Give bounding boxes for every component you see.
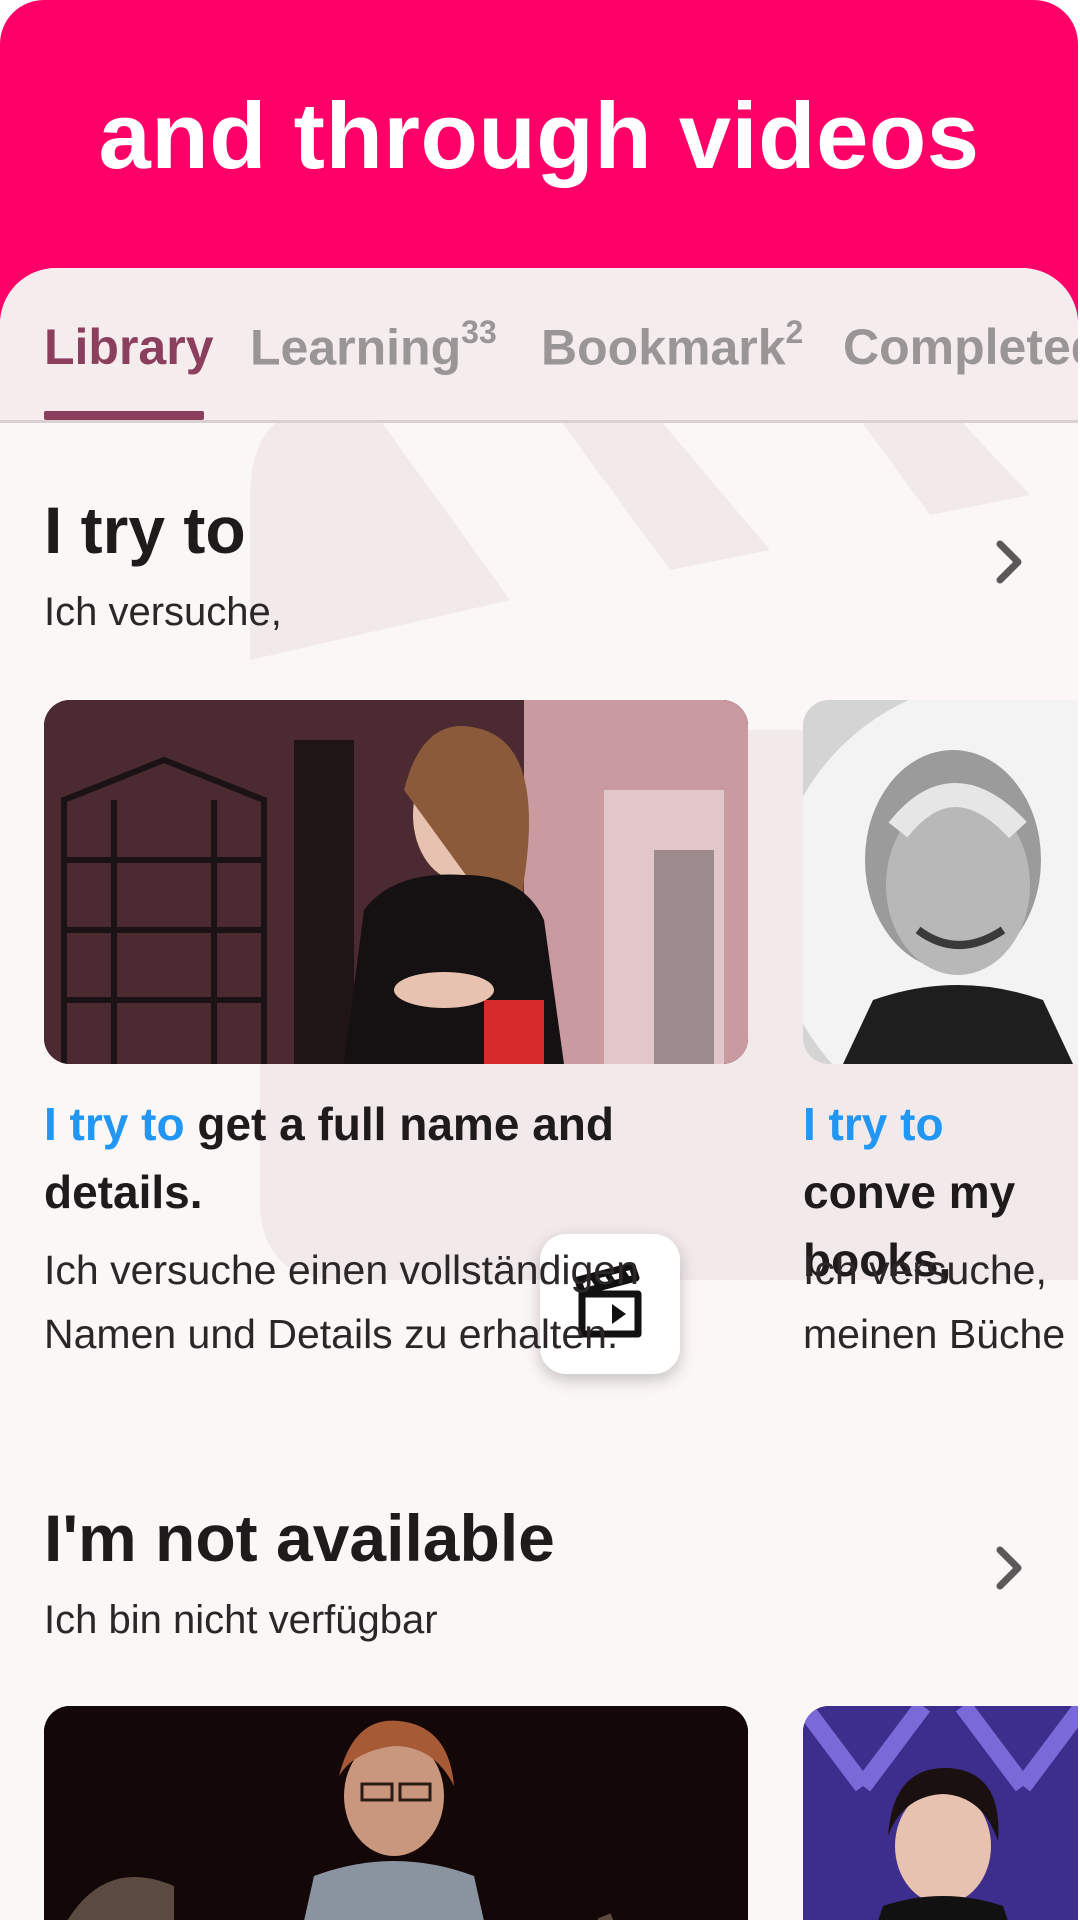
card-translation: Ich versuche, meinen Büche [803, 1247, 1066, 1357]
video-thumbnail[interactable] [803, 1706, 1078, 1920]
section-subtitle: Ich bin nicht verfügbar [44, 1598, 438, 1642]
card-title-highlight: I try to [44, 1098, 185, 1150]
active-tab-indicator [44, 411, 204, 420]
section-title: I'm not available [44, 1501, 555, 1575]
chevron-right-icon[interactable] [980, 1538, 1040, 1598]
tab-bar: Library Learning33 Bookmark2 Completed [0, 268, 1078, 423]
card-title[interactable]: I try to get a full name and details. [44, 1090, 744, 1226]
tab-learning-count: 33 [461, 314, 497, 350]
card-translation: Ich versuche einen vollständigen Namen u… [44, 1247, 639, 1357]
tab-bookmark[interactable]: Bookmark2 [541, 314, 803, 377]
thumbnail-speaker-image [803, 700, 1078, 1064]
header-title: and through videos [98, 83, 980, 188]
tab-bookmark-count: 2 [785, 314, 804, 350]
tab-bookmark-label: Bookmark [541, 319, 786, 376]
thumbnail-speaker-image [44, 700, 748, 1064]
card-title-highlight: I try to [803, 1098, 944, 1150]
tab-learning[interactable]: Learning33 [250, 314, 497, 377]
section-title: I try to [44, 493, 246, 567]
tab-learning-label: Learning [250, 319, 462, 376]
thumbnail-speaker-image [803, 1706, 1078, 1920]
tab-completed-label: Completed [843, 319, 1078, 375]
content-sheet: Library Learning33 Bookmark2 Completed I… [0, 268, 1078, 1920]
video-thumbnail[interactable] [44, 1706, 748, 1920]
tab-library-label: Library [44, 319, 214, 375]
tab-completed[interactable]: Completed [843, 318, 1078, 376]
tab-library[interactable]: Library [44, 318, 214, 376]
app-frame: and through videos Library Learning33 Bo… [0, 0, 1078, 1920]
section-subtitle: Ich versuche, [44, 590, 282, 634]
chevron-right-icon[interactable] [980, 532, 1040, 592]
thumbnail-speaker-image [44, 1706, 748, 1920]
video-thumbnail[interactable] [44, 700, 748, 1064]
video-thumbnail[interactable] [803, 700, 1078, 1064]
